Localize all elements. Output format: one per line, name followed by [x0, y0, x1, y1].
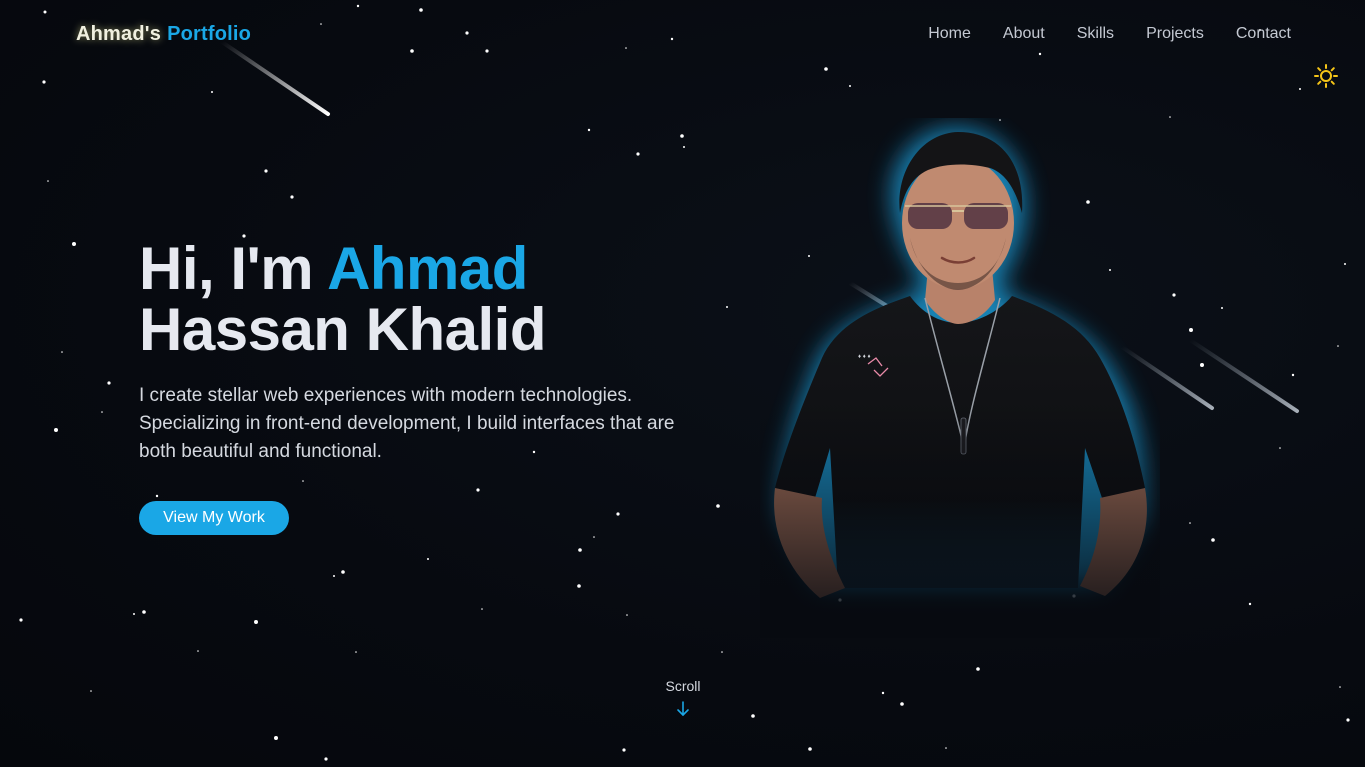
nav-link-contact[interactable]: Contact — [1236, 25, 1291, 43]
nav-link-skills[interactable]: Skills — [1077, 25, 1114, 43]
hero-section: Hi, I'm Ahmad Hassan Khalid I create ste… — [139, 238, 699, 466]
portfolio-page: Ahmad's Portfolio Home About Skills Proje… — [0, 0, 1365, 767]
hero-name-rest: Hassan Khalid — [139, 296, 546, 363]
hero-greeting: Hi, I'm — [139, 235, 328, 302]
arrow-down-icon — [677, 701, 689, 716]
nav-link-about[interactable]: About — [1003, 25, 1045, 43]
profile-photo: ♦ ♦ ♦ — [760, 118, 1160, 638]
navbar: Ahmad's Portfolio Home About Skills Proje… — [0, 0, 1365, 68]
view-my-work-button[interactable]: View My Work — [139, 501, 289, 535]
site-logo[interactable]: Ahmad's Portfolio — [76, 23, 251, 46]
logo-first-word: Ahmad's — [76, 23, 162, 45]
sun-icon — [1314, 64, 1338, 88]
nav-link-home[interactable]: Home — [928, 25, 971, 43]
hero-description: I create stellar web experiences with mo… — [139, 385, 675, 462]
scroll-label: Scroll — [665, 678, 701, 694]
nav-link-projects[interactable]: Projects — [1146, 25, 1204, 43]
profile-illustration: ♦ ♦ ♦ — [760, 118, 1160, 638]
scroll-indicator[interactable]: Scroll — [650, 678, 716, 718]
hero-title: Hi, I'm Ahmad Hassan Khalid — [139, 238, 699, 360]
nav-links: Home About Skills Projects Contact — [928, 25, 1291, 43]
logo-second-word: Portfolio — [167, 23, 252, 45]
theme-toggle-button[interactable] — [1313, 63, 1339, 89]
hero-name-accent: Ahmad — [327, 235, 528, 302]
